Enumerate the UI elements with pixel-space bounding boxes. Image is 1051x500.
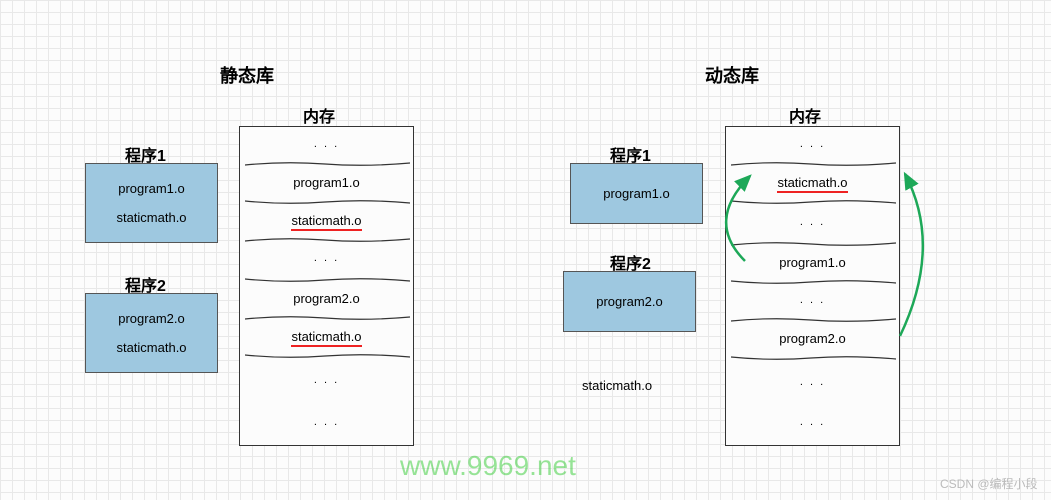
file-label: program1.o [86,174,217,203]
watermark: www.9969.net [400,450,576,482]
ellipsis-icon: . . . [240,139,413,150]
static-title: 静态库 [220,62,274,88]
file-label: staticmath.o [86,203,217,232]
memory-box-left: . . . program1.o staticmath.o . . . prog… [239,126,414,446]
divider-icon [245,235,410,245]
memory-slot: staticmath.o [240,321,413,354]
program1-box: program1.o staticmath.o [85,163,218,243]
arrow-group [715,126,945,446]
memory-label-right: 内存 [789,103,821,127]
ellipsis-icon: . . . [240,375,413,386]
csdn-watermark: CSDN @编程小段 [940,475,1038,492]
dynamic-title: 动态库 [705,62,759,88]
file-label: staticmath.o [86,333,217,362]
divider-icon [245,351,410,361]
shared-lib-label: staticmath.o [582,378,652,393]
file-label: program1.o [571,179,702,208]
memory-slot: staticmath.o [240,205,413,238]
program2-box-r: program2.o [563,271,696,332]
memory-label-left: 内存 [303,103,335,127]
ellipsis-icon: . . . [240,253,413,264]
program2-box: program2.o staticmath.o [85,293,218,373]
file-label: program2.o [86,304,217,333]
memory-slot: program2.o [240,283,413,316]
ellipsis-icon: . . . [240,417,413,428]
memory-slot: program1.o [240,167,413,200]
program1-box-r: program1.o [570,163,703,224]
file-label: program2.o [564,287,695,316]
